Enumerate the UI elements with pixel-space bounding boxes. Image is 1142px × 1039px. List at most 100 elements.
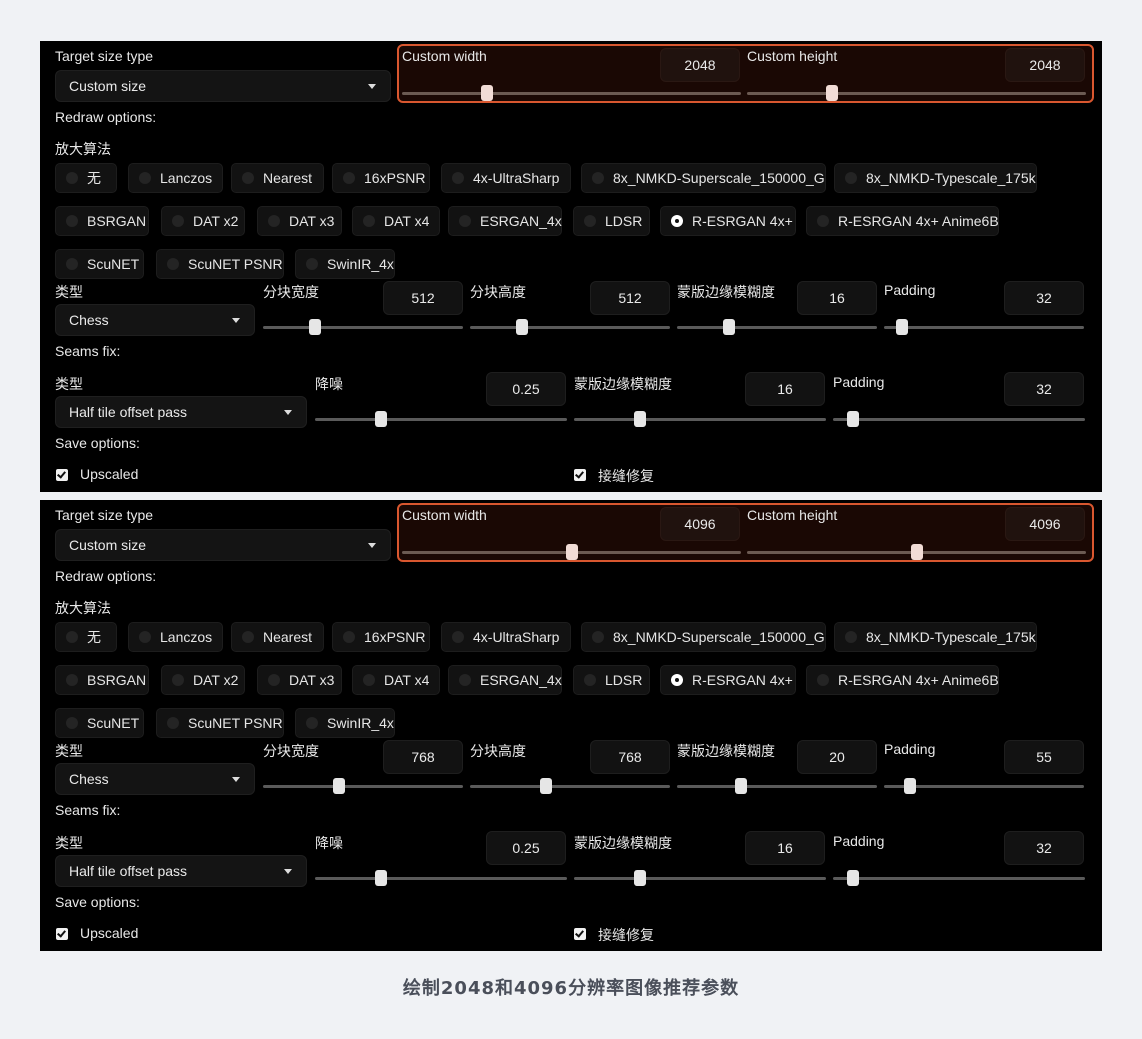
padding-slider[interactable] <box>884 319 1084 335</box>
upscaler-option[interactable]: Nearest <box>231 163 324 193</box>
denoise-input[interactable]: 0.25 <box>486 372 566 406</box>
seams-mask-blur-slider[interactable] <box>574 411 826 427</box>
upscaler-option[interactable]: BSRGAN <box>55 665 149 695</box>
seams-padding-input[interactable]: 32 <box>1004 372 1084 406</box>
tile-height-slider[interactable] <box>470 319 670 335</box>
padding-slider-thumb[interactable] <box>904 778 916 794</box>
target-size-type-dropdown[interactable]: Custom size <box>55 70 391 102</box>
upscaler-option[interactable]: Nearest <box>231 622 324 652</box>
seams-mask-blur-input[interactable]: 16 <box>745 372 825 406</box>
upscaler-option[interactable]: SwinIR_4x <box>295 708 395 738</box>
upscaler-option[interactable]: DAT x3 <box>257 665 342 695</box>
custom-width-slider[interactable] <box>402 85 741 101</box>
custom-height-slider-thumb[interactable] <box>825 85 838 101</box>
upscaler-option[interactable]: DAT x2 <box>161 206 245 236</box>
tile-width-slider-thumb[interactable] <box>333 778 345 794</box>
upscaled-checkbox[interactable] <box>56 928 68 940</box>
padding-input[interactable]: 32 <box>1004 281 1084 315</box>
upscaler-option[interactable]: 16xPSNR <box>332 622 430 652</box>
tile-height-input[interactable]: 768 <box>590 740 670 774</box>
custom-height-slider[interactable] <box>747 544 1086 560</box>
tile-height-slider-thumb[interactable] <box>540 778 552 794</box>
seams-mask-blur-input[interactable]: 16 <box>745 831 825 865</box>
upscaler-option[interactable]: ScuNET <box>55 708 144 738</box>
mask-blur-slider-thumb[interactable] <box>723 319 735 335</box>
denoise-slider-thumb[interactable] <box>374 870 387 886</box>
mask-blur-input[interactable]: 20 <box>797 740 877 774</box>
custom-height-slider-thumb[interactable] <box>910 544 923 560</box>
upscaler-option[interactable]: Lanczos <box>128 163 223 193</box>
upscaler-option[interactable]: DAT x4 <box>352 665 440 695</box>
upscaler-option[interactable]: 无 <box>55 622 117 652</box>
upscaler-option[interactable]: ScuNET PSNR <box>156 708 284 738</box>
mask-blur-slider[interactable] <box>677 319 877 335</box>
seams-padding-slider[interactable] <box>833 870 1085 886</box>
upscaler-option[interactable]: SwinIR_4x <box>295 249 395 279</box>
custom-height-input[interactable]: 2048 <box>1005 48 1085 82</box>
tile-height-slider[interactable] <box>470 778 670 794</box>
upscaler-option[interactable]: 8x_NMKD-Superscale_150000_G <box>581 163 826 193</box>
mask-blur-slider-thumb[interactable] <box>735 778 747 794</box>
upscaler-option[interactable]: R-ESRGAN 4x+ <box>660 206 796 236</box>
upscaler-option[interactable]: R-ESRGAN 4x+ <box>660 665 796 695</box>
seams-mask-blur-slider[interactable] <box>574 870 826 886</box>
denoise-input[interactable]: 0.25 <box>486 831 566 865</box>
upscaler-option[interactable]: DAT x3 <box>257 206 342 236</box>
denoise-slider[interactable] <box>315 870 567 886</box>
padding-slider[interactable] <box>884 778 1084 794</box>
tile-width-slider-thumb[interactable] <box>309 319 321 335</box>
upscaler-option[interactable]: BSRGAN <box>55 206 149 236</box>
upscaler-option[interactable]: 8x_NMKD-Typescale_175k <box>834 163 1037 193</box>
seams-padding-input[interactable]: 32 <box>1004 831 1084 865</box>
upscaler-option[interactable]: 4x-UltraSharp <box>441 163 571 193</box>
upscaler-option[interactable]: ScuNET PSNR <box>156 249 284 279</box>
seams-padding-slider-thumb[interactable] <box>847 411 860 427</box>
upscaler-option[interactable]: 8x_NMKD-Typescale_175k <box>834 622 1037 652</box>
redraw-type-dropdown[interactable]: Chess <box>55 304 255 336</box>
tile-width-slider[interactable] <box>263 778 463 794</box>
upscaler-option[interactable]: 4x-UltraSharp <box>441 622 571 652</box>
seams-fix-save-checkbox[interactable] <box>574 928 586 940</box>
redraw-type-dropdown[interactable]: Chess <box>55 763 255 795</box>
upscaler-option[interactable]: ScuNET <box>55 249 144 279</box>
upscaler-option[interactable]: DAT x2 <box>161 665 245 695</box>
seams-mask-blur-slider-thumb[interactable] <box>633 411 646 427</box>
seams-fix-save-checkbox[interactable] <box>574 469 586 481</box>
seams-type-dropdown[interactable]: Half tile offset pass <box>55 396 307 428</box>
mask-blur-input[interactable]: 16 <box>797 281 877 315</box>
upscaler-option[interactable]: ESRGAN_4x <box>448 206 562 236</box>
tile-height-input[interactable]: 512 <box>590 281 670 315</box>
denoise-slider-thumb[interactable] <box>374 411 387 427</box>
upscaler-option[interactable]: LDSR <box>573 665 650 695</box>
custom-width-slider-thumb[interactable] <box>480 85 493 101</box>
custom-width-input[interactable]: 4096 <box>660 507 740 541</box>
denoise-slider[interactable] <box>315 411 567 427</box>
upscaler-option[interactable]: DAT x4 <box>352 206 440 236</box>
mask-blur-slider[interactable] <box>677 778 877 794</box>
seams-type-dropdown[interactable]: Half tile offset pass <box>55 855 307 887</box>
target-size-type-dropdown[interactable]: Custom size <box>55 529 391 561</box>
custom-height-slider[interactable] <box>747 85 1086 101</box>
padding-slider-thumb[interactable] <box>896 319 908 335</box>
upscaled-checkbox[interactable] <box>56 469 68 481</box>
custom-width-input[interactable]: 2048 <box>660 48 740 82</box>
upscaler-option[interactable]: ESRGAN_4x <box>448 665 562 695</box>
upscaler-option[interactable]: R-ESRGAN 4x+ Anime6B <box>806 665 999 695</box>
tile-width-input[interactable]: 768 <box>383 740 463 774</box>
upscaler-option[interactable]: 16xPSNR <box>332 163 430 193</box>
upscaler-option[interactable]: 无 <box>55 163 117 193</box>
tile-height-slider-thumb[interactable] <box>516 319 528 335</box>
seams-padding-slider-thumb[interactable] <box>847 870 860 886</box>
tile-width-input[interactable]: 512 <box>383 281 463 315</box>
custom-width-slider[interactable] <box>402 544 741 560</box>
padding-input[interactable]: 55 <box>1004 740 1084 774</box>
custom-width-slider-thumb[interactable] <box>565 544 578 560</box>
seams-padding-slider[interactable] <box>833 411 1085 427</box>
seams-mask-blur-slider-thumb[interactable] <box>633 870 646 886</box>
custom-height-input[interactable]: 4096 <box>1005 507 1085 541</box>
upscaler-option[interactable]: LDSR <box>573 206 650 236</box>
upscaler-option[interactable]: R-ESRGAN 4x+ Anime6B <box>806 206 999 236</box>
tile-width-slider[interactable] <box>263 319 463 335</box>
upscaler-option[interactable]: Lanczos <box>128 622 223 652</box>
upscaler-option[interactable]: 8x_NMKD-Superscale_150000_G <box>581 622 826 652</box>
